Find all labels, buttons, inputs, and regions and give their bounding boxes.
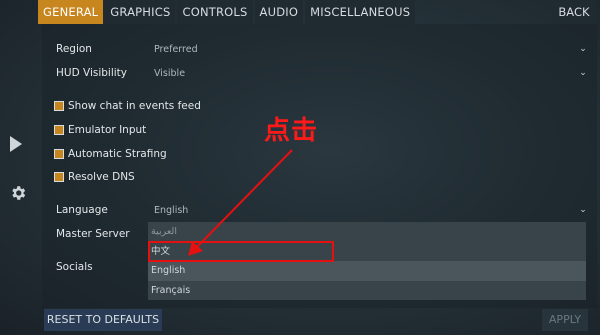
annotation-arrow [188,149,293,256]
